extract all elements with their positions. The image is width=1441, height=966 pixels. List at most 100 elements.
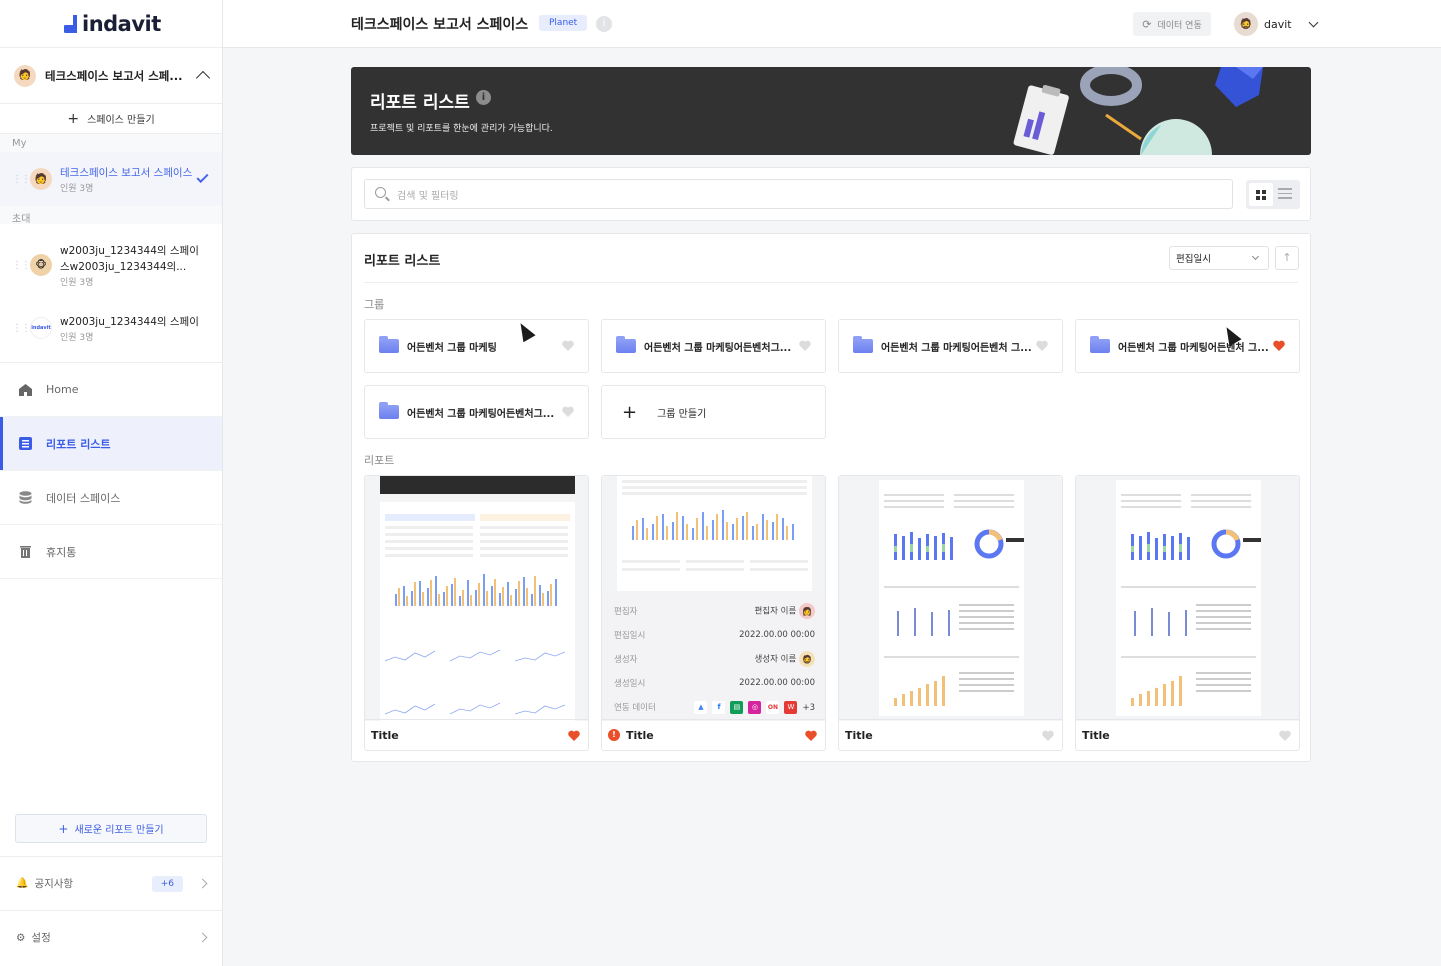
report-card[interactable]: 편집자 편집자 이름 👩 편집일시 2022.00.00 00:00 생성자 생성자 … [601, 475, 826, 751]
notice-count-badge: +6 [151, 875, 183, 892]
data-link-button[interactable]: ⟳ 데이터 연동 [1133, 12, 1211, 36]
group-card[interactable]: 어든벤처 그룹 마케팅 [364, 319, 589, 373]
folder-icon [1090, 336, 1110, 353]
report-footer: ! Title [602, 719, 825, 750]
group-name: 어든벤처 그룹 마케팅어든벤처 그... [881, 342, 1032, 354]
chevron-down-icon [1308, 17, 1319, 27]
create-space-button[interactable]: + 스페이스 만들기 [0, 104, 222, 134]
view-toggle [1246, 180, 1300, 209]
nav-item-home[interactable]: Home [0, 363, 222, 417]
facebook-icon: f [712, 700, 726, 714]
linked-more-count: +3 [802, 702, 815, 713]
report-card[interactable]: Title [1075, 475, 1300, 751]
drag-handle-icon[interactable]: ⋮⋮ [12, 260, 31, 271]
group-name: 어든벤처 그룹 마케팅어든벤처 그... [1118, 342, 1269, 354]
folder-icon [379, 336, 399, 353]
drag-handle-icon[interactable]: ⋮⋮ [12, 174, 31, 185]
trash-icon [18, 545, 32, 559]
settings-row[interactable]: ⚙ 설정 [0, 910, 222, 964]
grid-view-icon[interactable] [1249, 183, 1273, 206]
creator-avatar: 🧔 [799, 651, 815, 667]
heart-icon[interactable] [568, 730, 580, 741]
user-avatar: 🧔 [1234, 12, 1258, 36]
space-members: 인원 3명 [60, 277, 94, 288]
group-card[interactable]: 어든벤처 그룹 마케팅어든벤처 그... [1075, 319, 1300, 373]
report-title: Title [371, 728, 399, 742]
banner-subtitle: 프로젝트 및 리포트를 한눈에 관리가 가능합니다. [370, 124, 553, 134]
info-icon[interactable]: i [596, 16, 612, 32]
plus-icon: + [622, 401, 638, 423]
chevron-right-icon [197, 932, 208, 943]
meta-row-linked-data: 연동 데이터 ▲ f ▤ ◎ ON W +3 [614, 700, 815, 714]
heart-icon[interactable] [805, 730, 817, 741]
folder-icon [853, 336, 873, 353]
space-members: 인원 3명 [60, 183, 94, 194]
report-footer: Title [365, 719, 588, 750]
sync-icon: ⟳ [1142, 17, 1152, 31]
report-card[interactable]: Title [364, 475, 589, 751]
heart-icon[interactable] [562, 406, 574, 417]
folder-icon [379, 402, 399, 419]
nav-item-report-list[interactable]: 리포트 리스트 [0, 417, 222, 471]
meta-row-edited-at: 편집일시 2022.00.00 00:00 [614, 630, 815, 641]
report-card[interactable]: Title [838, 475, 1063, 751]
search-panel: 검색 및 필터링 [351, 167, 1311, 221]
sort-select[interactable]: 편집일시 [1169, 246, 1269, 270]
sheets-icon: ▤ [730, 700, 744, 714]
w-icon: W [784, 700, 798, 714]
report-list-panel: 리포트 리스트 편집일시 ↑ 그룹 어든벤처 그룹 마케팅 어든벤처 그룹 마케… [351, 233, 1311, 762]
report-footer: Title [1076, 719, 1299, 750]
space-item-my-0[interactable]: ⋮⋮ 🧑 테크스페이스 보고서 스페이스 인원 3명 [0, 152, 222, 206]
on-icon: ON [766, 700, 780, 714]
list-view-icon[interactable] [1278, 188, 1292, 200]
banner-illustration [1013, 67, 1263, 155]
heart-icon[interactable] [1273, 340, 1285, 351]
group-name: 어든벤처 그룹 마케팅어든벤처그... [644, 342, 792, 354]
logo-mark-icon [64, 15, 77, 33]
nav-item-trash[interactable]: 휴지통 [0, 525, 222, 579]
chevron-right-icon [197, 878, 208, 889]
error-icon: ! [608, 729, 620, 741]
group-card[interactable]: 어든벤처 그룹 마케팅어든벤처그... [601, 319, 826, 373]
list-title: 리포트 리스트 [364, 254, 441, 269]
report-thumbnail [365, 476, 588, 721]
bell-icon: 🔔 [16, 878, 29, 889]
heart-icon[interactable] [1036, 340, 1048, 351]
space-selector[interactable]: 🧑 테크스페이스 보고서 스페... [0, 48, 222, 104]
sidebar: indavit 🧑 테크스페이스 보고서 스페... + 스페이스 만들기 My … [0, 0, 223, 966]
home-icon [18, 383, 32, 397]
user-menu[interactable]: 🧔 davit [1234, 12, 1319, 36]
info-icon[interactable]: i [476, 90, 491, 105]
create-group-button[interactable]: + 그룹 만들기 [601, 385, 826, 439]
new-report-button[interactable]: + 새로운 리포트 만들기 [15, 814, 207, 843]
drag-handle-icon[interactable]: ⋮⋮ [12, 323, 31, 334]
heart-icon[interactable] [1042, 730, 1054, 741]
meta-row-creator: 생성자 생성자 이름 🧔 [614, 647, 815, 671]
notice-row[interactable]: 🔔 공지사항 +6 [0, 856, 222, 910]
plus-icon: + [67, 110, 80, 127]
nav-item-data-space[interactable]: 데이터 스페이스 [0, 471, 222, 525]
section-invite-label: 초대 [0, 206, 222, 225]
space-avatar: 🐵 [30, 254, 52, 276]
sort-direction-button[interactable]: ↑ [1275, 246, 1299, 270]
group-card[interactable]: 어든벤처 그룹 마케팅어든벤처 그... [838, 319, 1063, 373]
group-card[interactable]: 어든벤처 그룹 마케팅어든벤처그... [364, 385, 589, 439]
brand-logo[interactable]: indavit [0, 0, 222, 48]
divider [364, 282, 1298, 283]
search-input[interactable]: 검색 및 필터링 [364, 179, 1233, 209]
user-name: davit [1264, 17, 1292, 31]
group-name: 어든벤처 그룹 마케팅어든벤처그... [407, 408, 555, 420]
group-name: 어든벤처 그룹 마케팅 [407, 342, 497, 354]
heart-icon[interactable] [799, 340, 811, 351]
section-my-label: My [0, 134, 222, 152]
heart-icon[interactable] [1279, 730, 1291, 741]
banner-title: 리포트 리스트 [370, 93, 470, 113]
page-title: 테크스페이스 보고서 스페이스 [351, 17, 529, 33]
chevron-up-icon[interactable] [195, 70, 211, 85]
heart-icon[interactable] [562, 340, 574, 351]
space-item-invite-0[interactable]: ⋮⋮ 🐵 w2003ju_1234344의 스페이 스w2003ju_12343… [0, 224, 222, 306]
space-item-invite-1[interactable]: ⋮⋮ indavit w2003ju_1234344의 스페이 인원 3명 [0, 306, 222, 350]
report-title: Title [845, 728, 873, 742]
google-ads-icon: ▲ [694, 700, 708, 714]
space-name-line1: w2003ju_1234344의 스페이 [60, 244, 199, 257]
